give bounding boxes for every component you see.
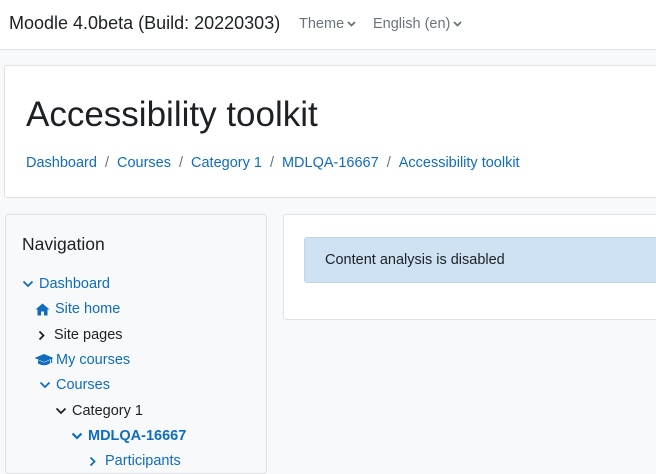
page-title: Accessibility toolkit [26, 95, 318, 134]
nav-item-label: Dashboard [39, 276, 110, 292]
breadcrumb-course[interactable]: MDLQA-16667 [282, 155, 379, 171]
nav-item-label: MDLQA-16667 [88, 428, 187, 444]
chevron-down-icon [347, 15, 356, 31]
nav-item-label: My courses [56, 352, 131, 368]
nav-item-label: Site pages [54, 327, 123, 343]
theme-menu-label: Theme [299, 16, 345, 32]
site-brand[interactable]: Moodle 4.0beta (Build: 20220303) [9, 13, 280, 34]
chevron-down-icon [22, 280, 34, 288]
breadcrumb-separator: / [386, 155, 391, 171]
theme-menu[interactable]: Theme [299, 16, 356, 32]
language-menu-label: English (en) [373, 16, 451, 32]
chevron-down-icon [39, 381, 51, 389]
nav-item-current-course[interactable]: MDLQA-16667 [71, 426, 186, 446]
breadcrumb-current-page[interactable]: Accessibility toolkit [399, 155, 520, 171]
chevron-right-icon [89, 456, 96, 467]
nav-item-participants[interactable]: Participants [89, 451, 181, 471]
navigation-block: Navigation Dashboard Site home Site page… [5, 214, 267, 474]
breadcrumb-courses[interactable]: Courses [117, 155, 171, 171]
chevron-down-icon [453, 15, 463, 31]
language-menu[interactable]: English (en) [373, 15, 463, 32]
graduation-cap-icon [34, 353, 54, 367]
chevron-down-icon [55, 407, 67, 415]
info-alert: Content analysis is disabled [304, 237, 656, 283]
nav-item-my-courses[interactable]: My courses [34, 350, 130, 370]
main-content: Content analysis is disabled [283, 214, 656, 320]
breadcrumb-separator: / [178, 155, 183, 171]
nav-item-courses[interactable]: Courses [39, 375, 110, 395]
nav-item-site-home[interactable]: Site home [35, 299, 120, 319]
breadcrumb-category[interactable]: Category 1 [191, 155, 262, 171]
chevron-down-icon [71, 432, 83, 440]
page-header: Accessibility toolkit Dashboard / Courses /… [4, 65, 656, 198]
nav-item-site-pages[interactable]: Site pages [38, 325, 123, 345]
nav-item-label: Courses [56, 377, 110, 393]
chevron-right-icon [38, 330, 45, 341]
navigation-block-title: Navigation [22, 234, 105, 254]
home-icon [35, 303, 50, 316]
nav-item-label: Site home [55, 301, 121, 317]
nav-item-label: Participants [105, 453, 181, 469]
breadcrumb-separator: / [104, 155, 109, 171]
top-navbar: Moodle 4.0beta (Build: 20220303) Theme E… [0, 0, 656, 50]
nav-item-category-1[interactable]: Category 1 [55, 401, 143, 421]
breadcrumb-separator: / [269, 155, 274, 171]
breadcrumb: Dashboard / Courses / Category 1 / MDLQA-16667… [26, 155, 520, 171]
nav-item-label: Category 1 [72, 403, 143, 419]
nav-item-dashboard[interactable]: Dashboard [22, 274, 110, 294]
breadcrumb-dashboard[interactable]: Dashboard [26, 155, 97, 171]
